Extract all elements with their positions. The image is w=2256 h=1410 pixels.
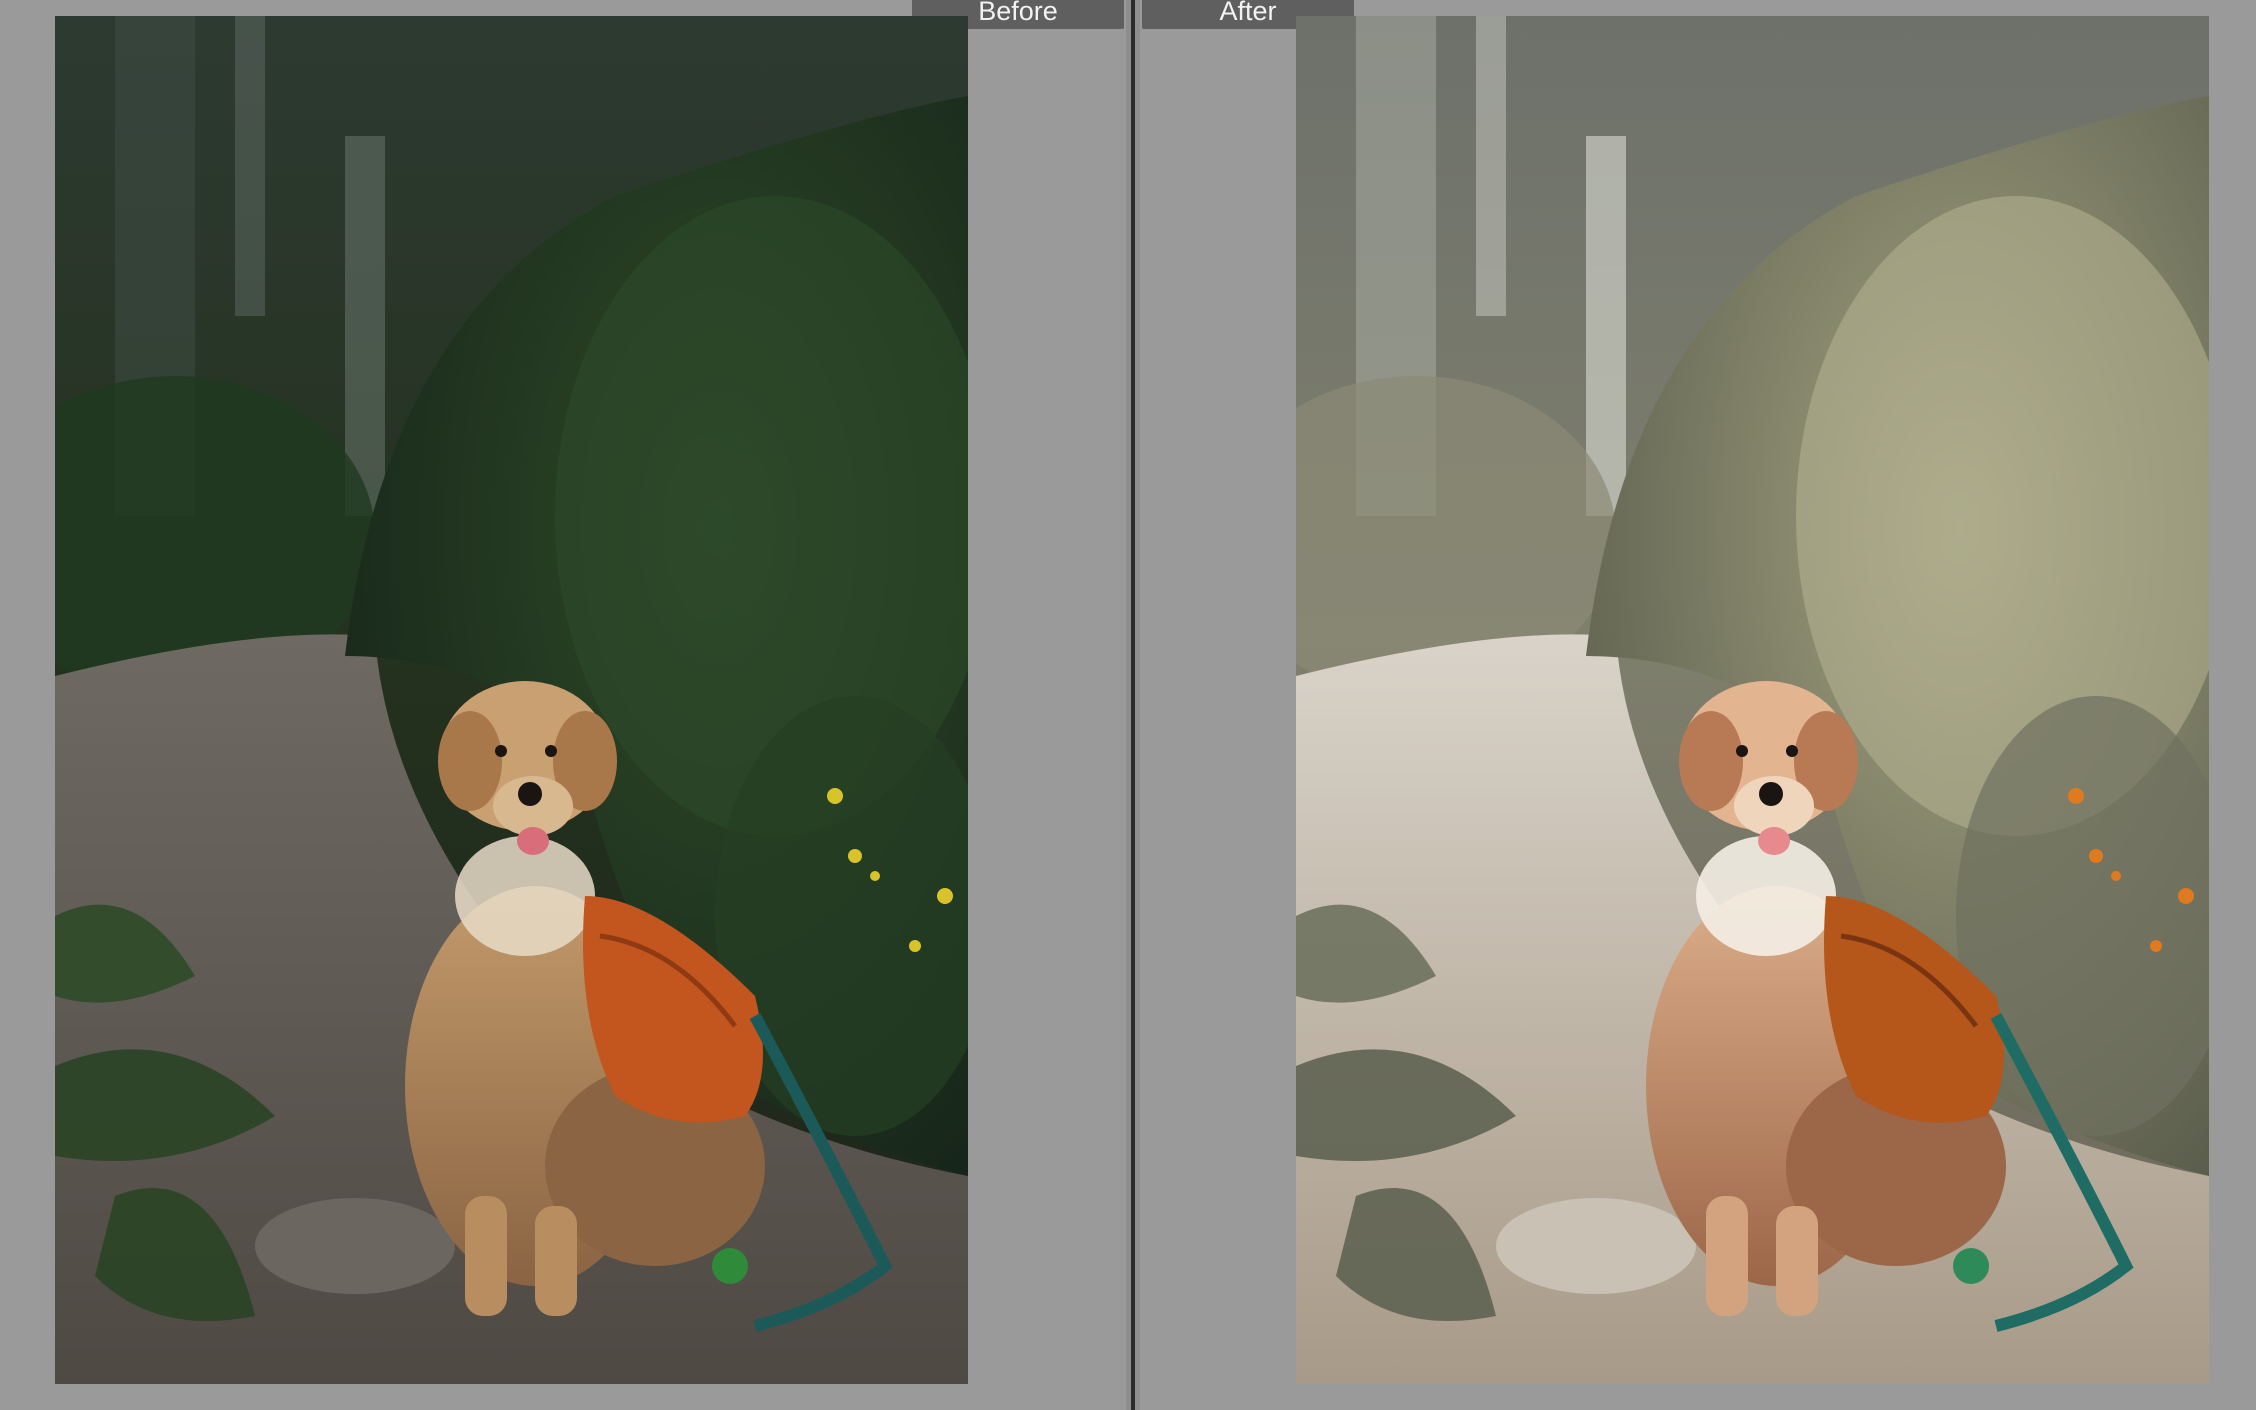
split-divider[interactable]: [1126, 0, 1140, 1410]
before-photo[interactable]: [55, 16, 968, 1384]
after-photo-image: [1296, 16, 2209, 1384]
after-photo[interactable]: [1296, 16, 2209, 1384]
before-pane: Before: [0, 0, 1126, 1410]
after-pane: After: [1140, 0, 2256, 1410]
before-photo-image: [55, 16, 968, 1384]
